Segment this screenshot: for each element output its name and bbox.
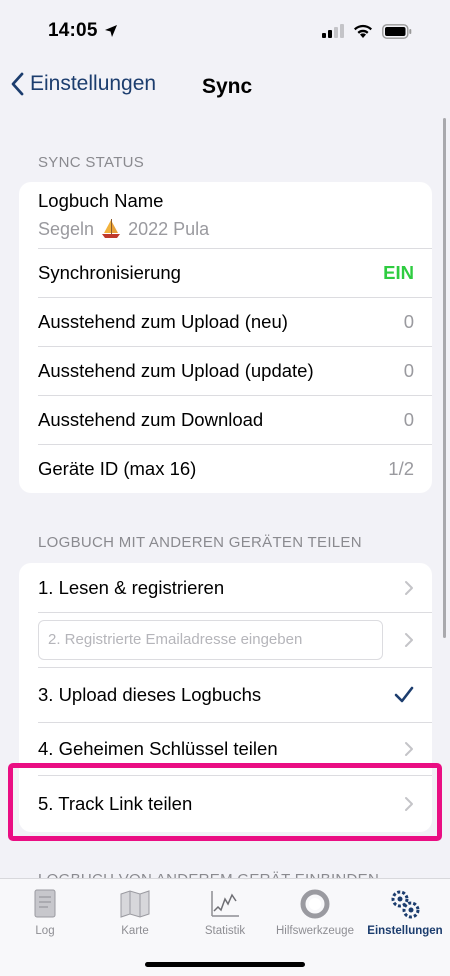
pending-upload-new-value: 0 <box>403 310 414 332</box>
chart-icon <box>211 891 239 917</box>
tab-map[interactable]: Karte <box>90 887 180 937</box>
tab-tools[interactable]: Hilfswerkzeuge <box>270 887 360 937</box>
sailboat-icon <box>102 219 121 238</box>
status-bar: 14:05 <box>0 0 450 62</box>
step4-label: 4. Geheimen Schlüssel teilen <box>38 737 278 759</box>
logbook-name-value: Segeln 2022 Pula <box>38 218 209 240</box>
tab-log-label: Log <box>35 925 55 937</box>
pending-upload-update-row: Ausstehend zum Upload (update) 0 <box>19 346 432 395</box>
sync-row[interactable]: Synchronisierung EIN <box>19 248 432 297</box>
scrollbar[interactable] <box>443 118 446 638</box>
logbook-name-prefix: Segeln <box>38 218 95 239</box>
pending-download-row: Ausstehend zum Download 0 <box>19 395 432 444</box>
tab-tools-label: Hilfswerkzeuge <box>276 925 354 937</box>
chevron-right-icon[interactable] <box>404 632 414 648</box>
device-id-row: Geräte ID (max 16) 1/2 <box>19 444 432 493</box>
pending-download-value: 0 <box>403 408 414 430</box>
logbook-name-row: Logbuch Name Segeln 2022 Pula <box>19 182 432 248</box>
home-indicator <box>145 962 305 967</box>
location-arrow-icon <box>104 25 117 37</box>
chevron-right-icon <box>405 580 413 595</box>
tab-map-label: Karte <box>121 925 149 937</box>
page-title: Sync <box>202 75 253 98</box>
sync-label: Synchronisierung <box>38 261 181 283</box>
highlight-box <box>8 763 442 841</box>
email-field[interactable]: 2. Registrierte Emailadresse eingeben <box>38 619 383 660</box>
logbook-name-label: Logbuch Name <box>38 190 164 211</box>
section-header-sync-status: SYNC STATUS <box>38 154 145 171</box>
step3-label: 3. Upload dieses Logbuchs <box>38 683 262 705</box>
checkmark-icon <box>394 686 414 702</box>
logbook-name-suffix: 2022 Pula <box>128 218 210 239</box>
sync-status-group: Logbuch Name Segeln 2022 Pula Synchronis… <box>19 182 432 493</box>
device-id-label: Geräte ID (max 16) <box>38 457 197 479</box>
pending-upload-update-value: 0 <box>403 359 414 381</box>
tab-settings-label: Einstellungen <box>367 925 443 937</box>
chevron-right-icon <box>405 741 413 756</box>
map-icon <box>120 890 150 918</box>
back-button[interactable]: Einstellungen <box>10 72 156 96</box>
pending-upload-update-label: Ausstehend zum Upload (update) <box>38 359 314 381</box>
tab-statistics-label: Statistik <box>204 925 246 937</box>
battery-icon <box>382 23 412 39</box>
step3-row[interactable]: 3. Upload dieses Logbuchs <box>19 667 432 722</box>
pending-upload-new-row: Ausstehend zum Upload (neu) 0 <box>19 297 432 346</box>
step1-row[interactable]: 1. Lesen & registrieren <box>19 563 432 612</box>
status-indicators <box>322 23 412 39</box>
section-header-share: LOGBUCH MIT ANDEREN GERÄTEN TEILEN <box>38 534 362 551</box>
chevron-left-icon <box>11 72 24 96</box>
tab-statistics[interactable]: Statistik <box>180 887 270 937</box>
status-time: 14:05 <box>48 20 98 41</box>
step1-label: 1. Lesen & registrieren <box>38 576 225 598</box>
sync-value: EIN <box>383 261 414 283</box>
gears-icon <box>391 890 420 919</box>
wifi-icon <box>354 24 372 38</box>
navigation-bar: Einstellungen Sync <box>0 62 450 112</box>
device-id-value: 1/2 <box>388 457 414 479</box>
tab-log[interactable]: Log <box>0 887 90 937</box>
back-button-label: Einstellungen <box>30 72 157 95</box>
log-icon <box>34 889 56 918</box>
tab-settings[interactable]: Einstellungen <box>360 887 450 937</box>
pending-upload-new-label: Ausstehend zum Upload (neu) <box>38 310 288 332</box>
cellular-signal-icon <box>322 24 344 38</box>
pending-download-label: Ausstehend zum Download <box>38 408 264 430</box>
lifebuoy-icon <box>300 889 330 919</box>
step2-row: 2. Registrierte Emailadresse eingeben <box>19 612 432 667</box>
